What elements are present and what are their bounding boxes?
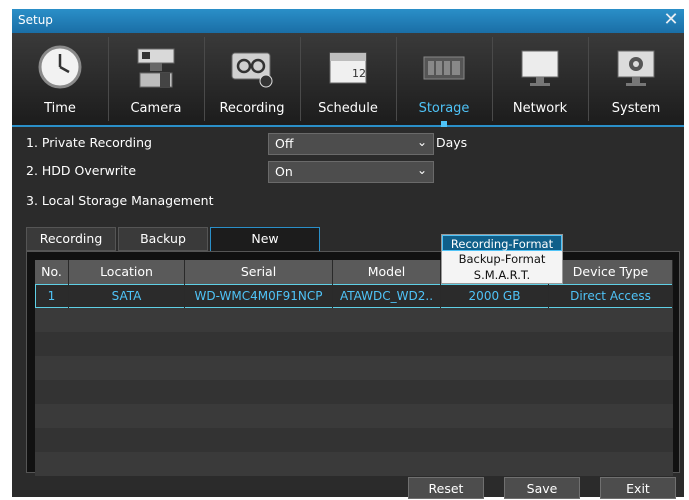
cell-serial: WD-WMC4M0F91NCP: [185, 284, 333, 308]
menu-item-smart[interactable]: S.M.A.R.T.: [442, 267, 562, 283]
monitor-icon: [521, 50, 559, 86]
toolbar-item-time[interactable]: Time: [12, 33, 108, 125]
cell-device-type: Direct Access: [549, 284, 673, 308]
cell-size: 2000 GB: [441, 284, 549, 308]
reset-button[interactable]: Reset: [408, 477, 484, 499]
recording-icon: [231, 52, 273, 88]
table-row-empty[interactable]: [35, 428, 673, 452]
table-row-empty[interactable]: [35, 452, 673, 476]
column-header-no: No.: [35, 260, 69, 284]
chevron-down-icon: ⌄: [416, 163, 427, 177]
toolbar-item-network[interactable]: Network: [492, 33, 588, 125]
toolbar-label-time: Time: [44, 101, 76, 116]
toolbar-item-schedule[interactable]: 12 Schedule: [300, 33, 396, 125]
window-title: Setup: [18, 13, 53, 27]
toolbar-item-system[interactable]: System: [588, 33, 684, 125]
camera-icon: [137, 48, 175, 88]
close-icon[interactable]: ✕: [662, 11, 680, 29]
menu-item-backup-format[interactable]: Backup-Format: [442, 251, 562, 267]
table-row-empty[interactable]: [35, 332, 673, 356]
table-row-empty[interactable]: [35, 308, 673, 332]
cell-model: ATAWDC_WD2..: [333, 284, 441, 308]
toolbar-label-system: System: [611, 101, 661, 116]
table-row-empty[interactable]: [35, 380, 673, 404]
screen: Setup ✕ Time Camera Recording 12 Schedul…: [0, 0, 689, 499]
left-margin: [0, 0, 12, 497]
days-label: Days: [436, 135, 468, 150]
private-recording-select[interactable]: Off ⌄: [268, 133, 434, 155]
column-header-device-type: Device Type: [549, 260, 673, 284]
chevron-down-icon: ⌄: [416, 135, 427, 149]
toolbar-item-storage[interactable]: Storage: [396, 33, 492, 129]
toolbar-item-recording[interactable]: Recording: [204, 33, 300, 125]
table-row-empty[interactable]: [35, 356, 673, 380]
storage-icon: [423, 56, 465, 80]
private-recording-label: 1. Private Recording: [26, 135, 152, 150]
hdd-overwrite-select[interactable]: On ⌄: [268, 161, 434, 183]
column-header-location: Location: [69, 260, 185, 284]
setup-window: Setup ✕ Time Camera Recording 12 Schedul…: [12, 9, 684, 499]
system-icon: [617, 50, 655, 86]
hdd-overwrite-label: 2. HDD Overwrite: [26, 163, 137, 178]
save-button[interactable]: Save: [504, 477, 580, 499]
local-storage-label: 3. Local Storage Management: [26, 193, 214, 208]
cell-location: SATA: [69, 284, 185, 308]
toolbar-item-camera[interactable]: Camera: [108, 33, 204, 125]
toolbar-label-camera: Camera: [130, 101, 182, 116]
cell-no: 1: [35, 284, 69, 308]
menu-item-recording-format[interactable]: Recording-Format: [442, 235, 562, 251]
column-header-serial: Serial: [185, 260, 333, 284]
storage-content: 1. Private Recording Off ⌄ Days 2. HDD O…: [12, 127, 684, 497]
clock-icon: [38, 45, 82, 89]
exit-button[interactable]: Exit: [600, 477, 676, 499]
toolbar-label-storage: Storage: [418, 101, 470, 116]
toolbar-label-schedule: Schedule: [318, 101, 378, 116]
hdd-overwrite-value: On: [275, 164, 293, 179]
calendar-icon: 12: [329, 52, 367, 84]
tab-backup[interactable]: Backup: [118, 227, 208, 251]
tab-new[interactable]: New: [210, 227, 320, 251]
device-table-panel: No. Location Serial Model Device Type 1 …: [26, 251, 680, 476]
column-header-model: Model: [333, 260, 441, 284]
svg-text:12: 12: [352, 67, 366, 80]
category-toolbar: Time Camera Recording 12 Schedule Storag…: [12, 33, 684, 129]
toolbar-label-network: Network: [512, 101, 568, 116]
toolbar-label-recording: Recording: [219, 101, 285, 116]
private-recording-value: Off: [275, 136, 294, 151]
tab-recording[interactable]: Recording: [26, 227, 116, 251]
title-bar: Setup ✕: [12, 9, 684, 33]
format-context-menu: Recording-Format Backup-Format S.M.A.R.T…: [441, 234, 563, 284]
table-row-empty[interactable]: [35, 404, 673, 428]
